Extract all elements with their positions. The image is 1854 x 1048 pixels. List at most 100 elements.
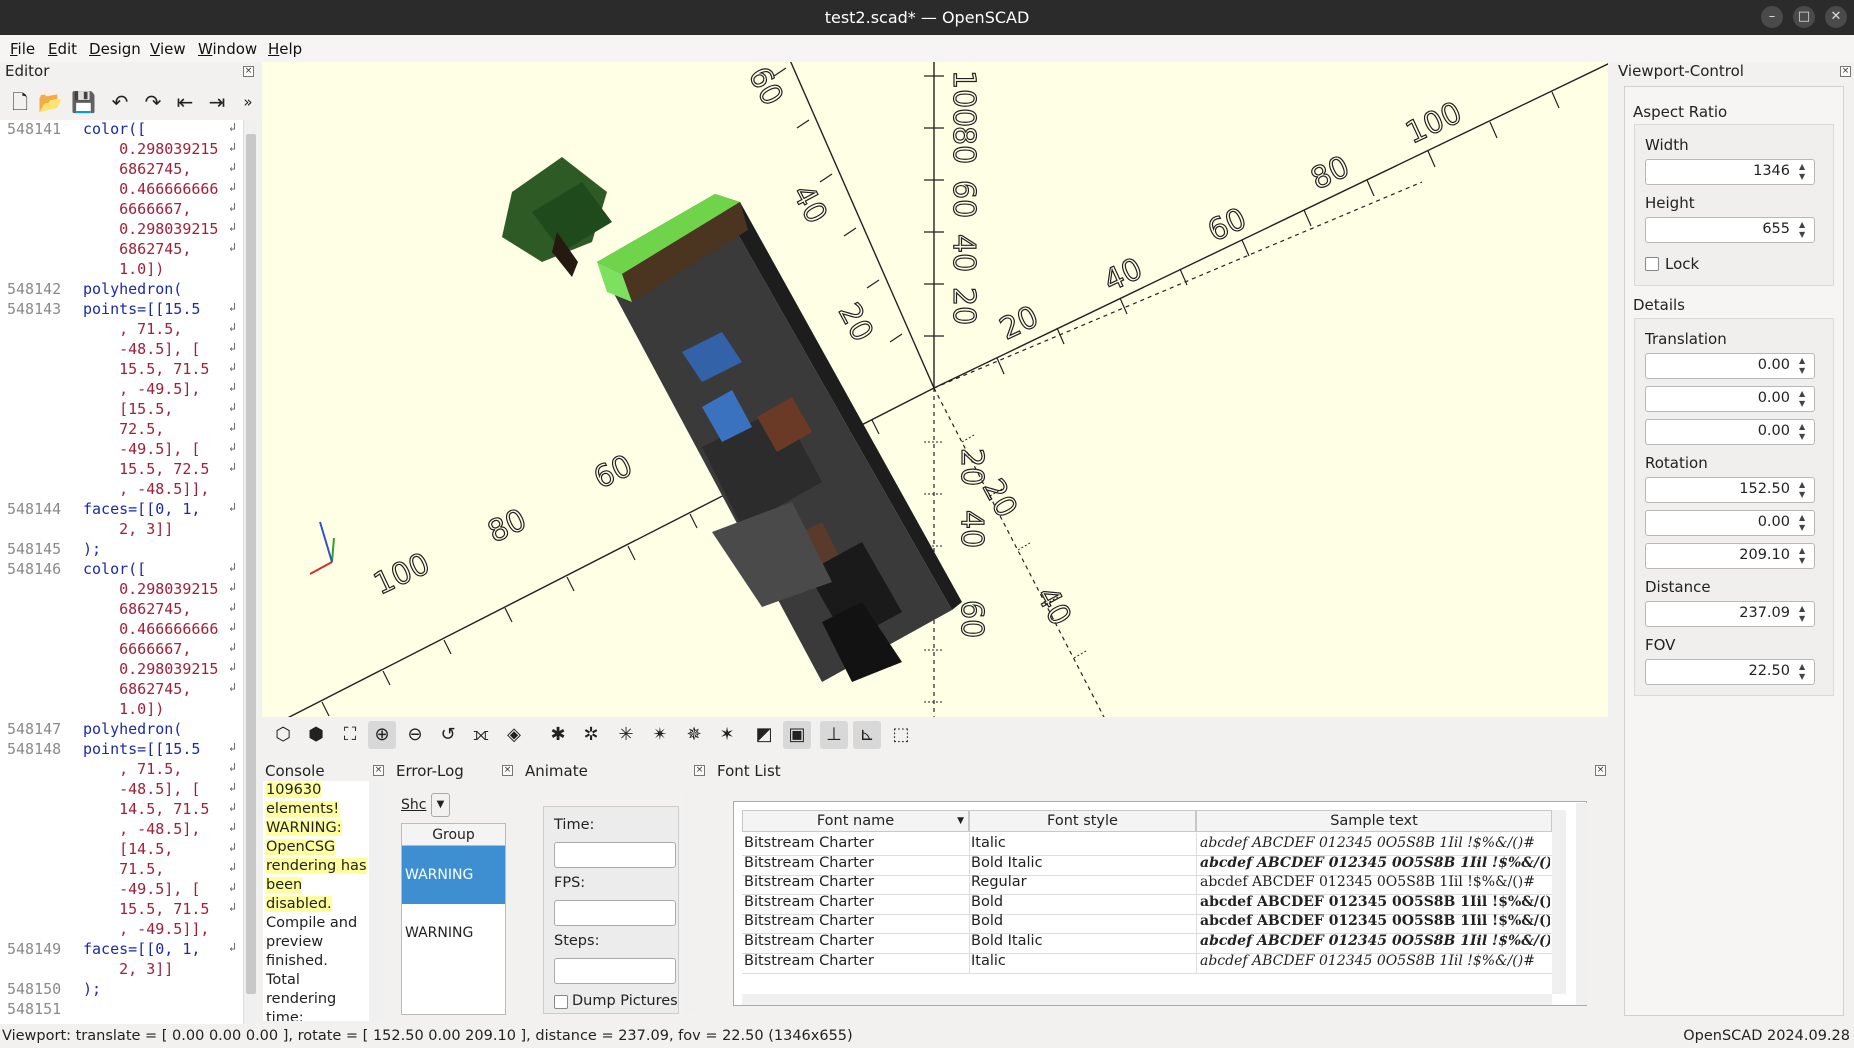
save-file-icon[interactable]: 💾 bbox=[71, 90, 96, 114]
translation-y-spinbox[interactable]: 0.00 ▲ ▼ bbox=[1645, 386, 1815, 412]
3d-viewport[interactable]: 20 40 60 80 100 40 60 80 100 20 40 60 80… bbox=[262, 62, 1608, 717]
zoom-out-icon[interactable]: ⊖ bbox=[401, 721, 429, 749]
view-top-icon[interactable]: ✵ bbox=[680, 721, 708, 749]
spin-arrows-icon[interactable]: ▲ ▼ bbox=[1799, 162, 1811, 182]
editor-scroll-thumb[interactable] bbox=[246, 134, 256, 994]
open-file-icon[interactable]: 📂 bbox=[38, 90, 63, 114]
code-editor[interactable]: 548141 color([↲ 0.298039215 ↲ 6862745, ↲ 0.… bbox=[0, 120, 243, 1024]
spin-arrows-icon[interactable]: ▲ ▼ bbox=[1799, 513, 1811, 533]
view-front-icon[interactable]: ✳ bbox=[612, 721, 640, 749]
new-file-icon[interactable]: 🗋 bbox=[8, 90, 32, 114]
more-tools-icon[interactable]: » bbox=[236, 90, 260, 114]
errorlog-row[interactable]: WARNING bbox=[402, 846, 505, 904]
steps-input[interactable] bbox=[554, 958, 676, 984]
undo-icon[interactable]: ↶ bbox=[108, 90, 132, 114]
errorlog-filter-select[interactable]: Shc ▼ bbox=[400, 792, 450, 818]
indent-icon[interactable]: ⇥ bbox=[205, 90, 229, 114]
render-icon[interactable]: ⬢ bbox=[302, 721, 330, 749]
view-left-icon[interactable]: ✲ bbox=[577, 721, 605, 749]
spin-arrows-icon[interactable]: ▲ ▼ bbox=[1799, 422, 1811, 442]
line-wrap-icon: ↲ bbox=[229, 200, 237, 214]
menu-view[interactable]: View bbox=[150, 40, 186, 58]
translation-x-spinbox[interactable]: 0.00 ▲ ▼ bbox=[1645, 353, 1815, 379]
view-right-icon[interactable]: ✱ bbox=[544, 721, 572, 749]
unindent-icon[interactable]: ⇤ bbox=[173, 90, 197, 114]
errorlog-row[interactable]: WARNING bbox=[402, 904, 505, 962]
view-perspective-icon[interactable]: ⟗ bbox=[467, 721, 495, 749]
errorlog-close-icon[interactable]: × bbox=[502, 765, 513, 776]
height-spinbox[interactable]: 655 ▲ ▼ bbox=[1645, 217, 1815, 243]
minimize-button[interactable]: – bbox=[1761, 6, 1783, 28]
code-text: -48.5], [ bbox=[83, 780, 201, 798]
console-row: rendering bbox=[263, 990, 369, 1009]
fov-spinbox[interactable]: 22.50 ▲ ▼ bbox=[1645, 659, 1815, 685]
column-font-style[interactable]: Font style bbox=[969, 810, 1196, 832]
reset-view-icon[interactable]: ↺ bbox=[434, 721, 462, 749]
code-text: 72.5, bbox=[83, 420, 165, 438]
lock-checkbox[interactable] bbox=[1645, 257, 1659, 271]
chevron-down-icon[interactable]: ▼ bbox=[431, 793, 450, 817]
zoom-in-icon[interactable]: ⊕ bbox=[368, 721, 396, 749]
spin-arrows-icon[interactable]: ▲ ▼ bbox=[1799, 389, 1811, 409]
console-output[interactable]: 109630 elements! WARNING: OpenCSG rendering … bbox=[263, 781, 369, 1021]
show-edges-icon[interactable]: ▣ bbox=[783, 721, 811, 749]
fontlist-close-icon[interactable]: × bbox=[1595, 765, 1606, 776]
line-wrap-icon: ↲ bbox=[229, 300, 237, 314]
redo-icon[interactable]: ↷ bbox=[141, 90, 165, 114]
distance-spinbox[interactable]: 237.09 ▲ ▼ bbox=[1645, 601, 1815, 627]
fontlist-scrollbar[interactable] bbox=[1576, 803, 1588, 1005]
errorlog-column-group[interactable]: Group bbox=[402, 824, 505, 846]
view-back-icon[interactable]: ✴ bbox=[646, 721, 674, 749]
translation-z-spinbox[interactable]: 0.00 ▲ ▼ bbox=[1645, 419, 1815, 445]
editor-scrollbar[interactable] bbox=[243, 120, 257, 1024]
menu-file[interactable]: File bbox=[10, 40, 35, 58]
fontlist-inner-scrollbar[interactable] bbox=[1552, 810, 1566, 994]
animate-scrollbar[interactable] bbox=[683, 792, 695, 1014]
time-input[interactable] bbox=[554, 842, 676, 868]
show-crosshairs-icon[interactable]: ⬚ bbox=[887, 721, 915, 749]
code-text: 2, 3]] bbox=[83, 520, 174, 538]
view-diagonal-icon[interactable]: ◩ bbox=[750, 721, 778, 749]
spin-arrows-icon[interactable]: ▲ ▼ bbox=[1799, 662, 1811, 682]
maximize-button[interactable]: □ bbox=[1793, 6, 1815, 28]
menu-window[interactable]: Window bbox=[198, 40, 257, 58]
sample-text-cell: abcdef ABCDEF 012345 0O5S8B 1Iil !$%&/()… bbox=[1200, 952, 1535, 969]
code-text: -48.5], [ bbox=[83, 340, 201, 358]
show-scale-markers-icon[interactable]: ⊾ bbox=[853, 721, 881, 749]
menu-help[interactable]: Help bbox=[268, 40, 302, 58]
line-number: 548143 bbox=[7, 300, 62, 318]
code-text: 0.466666666 bbox=[83, 180, 219, 198]
spin-arrows-icon[interactable]: ▲ ▼ bbox=[1799, 480, 1811, 500]
code-text: 0.466666666 bbox=[83, 620, 219, 638]
menu-design[interactable]: Design bbox=[89, 40, 141, 58]
rotation-x-spinbox[interactable]: 152.50 ▲ ▼ bbox=[1645, 477, 1815, 503]
rotation-y-spinbox[interactable]: 0.00 ▲ ▼ bbox=[1645, 510, 1815, 536]
column-font-name[interactable]: Font name ▼ bbox=[742, 810, 969, 832]
view-orthogonal-icon[interactable]: ◈ bbox=[500, 721, 528, 749]
spin-arrows-icon[interactable]: ▲ ▼ bbox=[1799, 356, 1811, 376]
fps-input[interactable] bbox=[554, 900, 676, 926]
rotation-z-spinbox[interactable]: 209.10 ▲ ▼ bbox=[1645, 543, 1815, 569]
spin-arrows-icon[interactable]: ▲ ▼ bbox=[1799, 546, 1811, 566]
view-bottom-icon[interactable]: ✶ bbox=[713, 721, 741, 749]
fontlist-hscrollbar[interactable] bbox=[742, 994, 1552, 1005]
spin-arrows-icon[interactable]: ▲ ▼ bbox=[1799, 220, 1811, 240]
dump-pictures-checkbox[interactable] bbox=[554, 995, 568, 1009]
show-axes-icon[interactable]: ⊥ bbox=[820, 721, 848, 749]
column-sample-text[interactable]: Sample text bbox=[1196, 810, 1552, 832]
console-scrollbar[interactable] bbox=[372, 781, 384, 1021]
errorlog-table[interactable]: Group WARNING WARNING bbox=[401, 823, 506, 1015]
close-window-button[interactable]: ✕ bbox=[1825, 6, 1847, 28]
view-all-icon[interactable]: ⛶ bbox=[336, 721, 364, 749]
preview-icon[interactable]: ⬡ bbox=[269, 721, 297, 749]
editor-close-icon[interactable]: × bbox=[243, 66, 254, 77]
console-close-icon[interactable]: × bbox=[373, 765, 384, 776]
fontlist-table[interactable]: Font name ▼ Font style Sample text Bitst… bbox=[733, 801, 1587, 1006]
animate-close-icon[interactable]: × bbox=[694, 765, 705, 776]
viewport-control-close-icon[interactable]: × bbox=[1840, 66, 1851, 77]
fontlist-row[interactable]: Bitstream Charter Italic abcdef ABCDEF 012… bbox=[742, 950, 1552, 974]
x-axis-positive bbox=[933, 63, 1608, 389]
width-spinbox[interactable]: 1346 ▲ ▼ bbox=[1645, 159, 1815, 185]
menu-edit[interactable]: Edit bbox=[48, 40, 77, 58]
spin-arrows-icon[interactable]: ▲ ▼ bbox=[1799, 604, 1811, 624]
